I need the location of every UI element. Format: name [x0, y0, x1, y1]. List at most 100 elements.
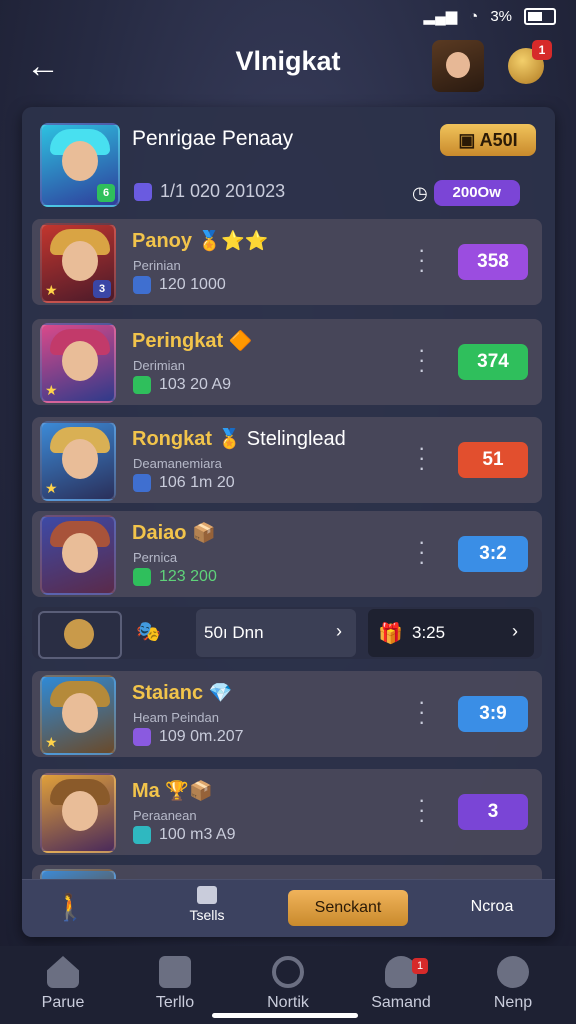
hero-portrait: ★ — [40, 421, 116, 501]
player-name: Penrigae Penaay — [132, 127, 294, 150]
reward-left-button[interactable]: 50ı Dnn › — [196, 609, 356, 657]
rank-button[interactable]: ▣ A50I — [440, 124, 536, 156]
mask-icon: 🎭 — [136, 621, 161, 643]
leaf-icon — [133, 568, 151, 586]
lightning-icon — [134, 183, 152, 202]
nav-item-samand[interactable]: Samand 1 — [356, 952, 446, 1012]
player-name: Peringkat 🔶 — [132, 330, 253, 352]
more-options-icon[interactable]: · · · — [418, 239, 425, 281]
chevron-right-icon: › — [512, 621, 518, 641]
gem-icon: 💎 — [208, 683, 233, 704]
more-options-icon[interactable]: · · · — [418, 437, 425, 479]
shield-icon — [159, 956, 191, 988]
player-title: Pernica — [133, 550, 178, 565]
nav-item-home[interactable]: Parue — [18, 952, 108, 1012]
nav-item-terllo[interactable]: Terllo — [130, 952, 220, 1012]
trophy-icon: 🏆📦 — [165, 781, 213, 802]
player-title: Deamanemiara — [133, 456, 222, 471]
score-badge[interactable]: 3:2 — [458, 536, 528, 572]
nav-badge: 1 — [412, 958, 428, 974]
more-options-icon[interactable]: · · · — [418, 531, 425, 573]
profile-icon — [497, 956, 529, 988]
page-title: Vlnigkat — [235, 46, 341, 76]
level-badge: 6 — [97, 184, 115, 202]
currency-value: 200Ow — [433, 180, 520, 206]
chevron-right-icon: › — [336, 621, 342, 641]
player-hero-portrait: 6 — [40, 123, 120, 207]
battery-percent: 3% — [490, 7, 512, 25]
home-indicator — [212, 1013, 358, 1018]
hero-portrait: ★ 3 — [40, 223, 116, 303]
profile-avatar[interactable] — [432, 40, 484, 92]
star-icon: ★ — [45, 282, 58, 298]
battery-icon — [524, 7, 556, 25]
currency-display: ◷ 200Ow — [412, 179, 542, 207]
player-title: Heam Peindan — [133, 710, 219, 725]
player-stats: 123 200 — [133, 568, 217, 586]
medal-icon: 🏅 — [217, 429, 242, 450]
hero-portrait — [40, 515, 116, 595]
reward-row: 🎭 50ı Dnn › 🎁 3:25 › — [32, 607, 542, 659]
gem-icon — [133, 826, 151, 844]
chest-icon: ▣ — [458, 130, 480, 150]
player-stats: 103 20 A9 — [133, 376, 231, 394]
list-item[interactable]: ★ 3 Panoy 🏅⭐⭐ Perinian 120 1000 · · · 358 — [32, 219, 542, 305]
player-stats: 100 m3 A9 — [133, 826, 236, 844]
panel-tab-bar: 🚶 Tsells Senckant Ncroa — [22, 879, 555, 937]
player-card: 6 Penrigae Penaay 1/1 020 201023 ▣ A50I … — [22, 107, 555, 219]
list-item[interactable]: ★ Peringkat 🔶 Derimian 103 20 A9 · · · 374 — [32, 319, 542, 405]
list-item[interactable]: ★ Staianc 💎 Heam Peindan 109 0m.207 · · · … — [32, 671, 542, 757]
more-options-icon[interactable]: · · · — [418, 789, 425, 831]
tab-tsells[interactable]: Tsells — [172, 886, 242, 923]
chest-icon: 🎁 — [378, 623, 403, 645]
player-stats: 106 1m 20 — [133, 474, 235, 492]
player-name: Ma 🏆📦 — [132, 780, 213, 802]
chest-icon: 📦 — [192, 523, 216, 544]
signal-icon: ▂▄▆ — [423, 8, 458, 25]
notification-badge: 1 — [532, 40, 552, 60]
list-item[interactable]: Ma 🏆📦 Peraanean 100 m3 A9 · · · 3 — [32, 769, 542, 855]
medal-icon: 🏅⭐⭐ — [197, 231, 269, 252]
star-icon: ★ — [45, 382, 58, 398]
sword-icon — [133, 474, 151, 492]
walk-icon[interactable]: 🚶 — [54, 892, 86, 923]
target-icon — [272, 956, 304, 988]
document-icon — [197, 886, 217, 904]
more-options-icon[interactable]: · · · — [418, 691, 425, 733]
player-stats: 109 0m.207 — [133, 728, 244, 746]
home-icon — [47, 956, 79, 988]
arrow-icon — [133, 376, 151, 394]
player-name: Rongkat 🏅 Stelinglead — [132, 428, 346, 450]
player-name: Staianc 💎 — [132, 682, 233, 704]
nav-item-nenp[interactable]: Nenp — [468, 952, 558, 1012]
clock-icon: ◷ — [412, 182, 428, 203]
player-title: Derimian — [133, 358, 186, 373]
score-badge[interactable]: 51 — [458, 442, 528, 478]
reward-avatar — [38, 611, 122, 659]
reward-right-button[interactable]: 🎁 3:25 › — [368, 609, 534, 657]
player-stats: 1/1 020 201023 — [134, 181, 285, 202]
nav-item-nortik[interactable]: Nortik — [243, 952, 333, 1012]
gem-icon: 🔶 — [228, 331, 253, 352]
senckant-button[interactable]: Senckant — [288, 890, 408, 926]
hero-portrait — [40, 773, 116, 853]
tab-ncroa[interactable]: Ncroa — [452, 898, 532, 916]
more-options-icon[interactable]: · · · — [418, 339, 425, 381]
list-item[interactable]: ★ Rongkat 🏅 Stelinglead Deamanemiara 106… — [32, 417, 542, 503]
player-name: Panoy 🏅⭐⭐ — [132, 230, 269, 252]
sword-icon — [133, 276, 151, 294]
player-title: Peraanean — [133, 808, 197, 823]
list-item[interactable]: Daiao 📦 Pernica 123 200 · · · 3:2 — [32, 511, 542, 597]
score-badge[interactable]: 3:9 — [458, 696, 528, 732]
ranking-panel: 6 Penrigae Penaay 1/1 020 201023 ▣ A50I … — [22, 107, 555, 937]
star-icon: ★ — [45, 734, 58, 750]
player-title: Perinian — [133, 258, 181, 273]
sword-icon — [133, 728, 151, 746]
score-badge[interactable]: 3 — [458, 794, 528, 830]
score-badge[interactable]: 358 — [458, 244, 528, 280]
level-badge: 3 — [93, 280, 111, 298]
star-icon: ★ — [45, 480, 58, 496]
wifi-icon: ◔ — [469, 7, 479, 25]
score-badge[interactable]: 374 — [458, 344, 528, 380]
player-stats: 120 1000 — [133, 276, 226, 294]
